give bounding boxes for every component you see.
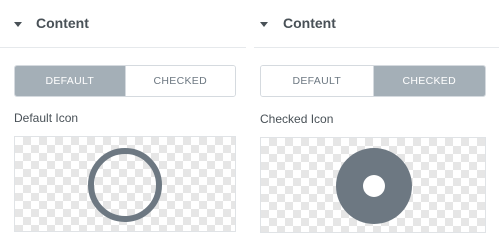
- caret-down-icon: [260, 22, 268, 27]
- state-tabs: DEFAULT CHECKED: [14, 65, 236, 97]
- caret-down-icon: [14, 22, 22, 27]
- content-section-toggle[interactable]: Content: [254, 0, 499, 48]
- icon-preview[interactable]: [260, 137, 486, 233]
- state-tabs: DEFAULT CHECKED: [260, 65, 486, 97]
- tab-checked[interactable]: CHECKED: [372, 66, 485, 96]
- right-panel: Content DEFAULT CHECKED Checked Icon: [254, 0, 499, 243]
- content-section-toggle[interactable]: Content: [0, 0, 246, 48]
- ring-icon: [88, 148, 162, 222]
- field-label: Default Icon: [14, 111, 79, 125]
- tab-default[interactable]: DEFAULT: [15, 66, 125, 96]
- section-title: Content: [283, 15, 336, 31]
- tab-default[interactable]: DEFAULT: [261, 66, 373, 96]
- icon-preview[interactable]: [14, 136, 236, 232]
- section-title: Content: [36, 15, 89, 31]
- tab-checked[interactable]: CHECKED: [124, 66, 235, 96]
- field-label: Checked Icon: [260, 112, 334, 126]
- dot-circle-icon: [336, 148, 412, 224]
- left-panel: Content DEFAULT CHECKED Default Icon: [0, 0, 246, 243]
